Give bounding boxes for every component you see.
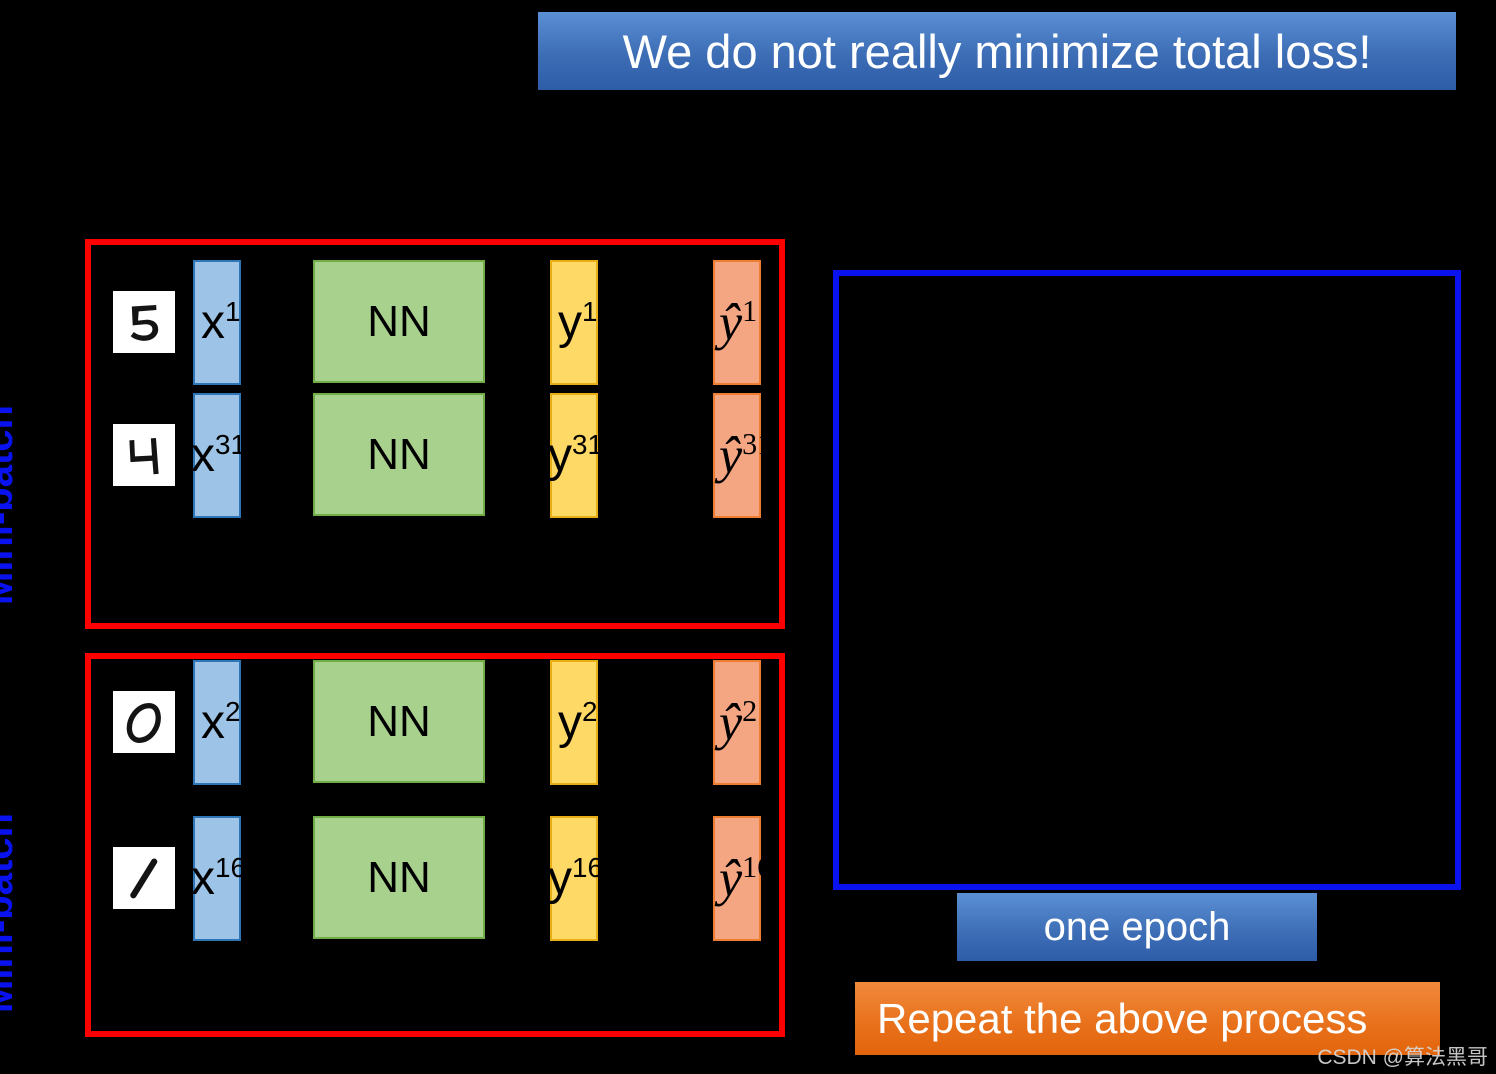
one-epoch-label: one epoch — [1043, 905, 1231, 949]
title-banner: We do not really minimize total loss! — [538, 12, 1456, 90]
minibatch-label-2: Mini-batch — [0, 813, 21, 1013]
output-box-y31: y31 — [548, 393, 603, 518]
target-label-yhat1: ŷ1 — [719, 293, 758, 352]
nn-box-1: NN — [313, 260, 485, 383]
input-box-x1: x1 — [193, 260, 241, 385]
input-label-x2: x2 — [201, 696, 241, 749]
nn-label-2: NN — [367, 429, 431, 479]
pipeline-row-1: x1 NN y1 ŷ1 — [113, 260, 773, 385]
pipeline-row-4: x16 NN y16 ŷ16 — [113, 816, 773, 941]
target-box-yhat31: ŷ31 — [713, 393, 772, 518]
output-label-y1: y1 — [558, 296, 598, 349]
output-label-y2: y2 — [558, 696, 598, 749]
digit-glyph-4 — [129, 437, 159, 475]
input-label-x1: x1 — [201, 296, 241, 349]
input-label-x31: x31 — [191, 429, 246, 482]
mnist-digit-image-0 — [113, 691, 175, 753]
mnist-digit-image-5 — [113, 291, 175, 353]
output-box-y2: y2 — [550, 660, 598, 785]
target-label-yhat16: ŷ16 — [719, 849, 773, 908]
output-label-y16: y16 — [548, 852, 603, 905]
watermark: CSDN @算法黑哥 — [1317, 1046, 1488, 1069]
input-box-x16: x16 — [191, 816, 246, 941]
minibatch-label-1: Mini-batch — [0, 405, 21, 605]
nn-box-2: NN — [313, 393, 485, 516]
target-label-yhat2: ŷ2 — [719, 693, 758, 752]
repeat-process-label: Repeat the above process — [877, 994, 1368, 1042]
nn-label-3: NN — [367, 696, 431, 746]
target-box-yhat2: ŷ2 — [713, 660, 761, 785]
input-label-x16: x16 — [191, 852, 246, 905]
pipeline-row-3: x2 NN y2 ŷ2 — [113, 660, 773, 785]
output-box-y16: y16 — [548, 816, 603, 941]
nn-label-4: NN — [367, 852, 431, 902]
one-epoch-caption-box: one epoch — [957, 893, 1317, 961]
nn-label-1: NN — [367, 296, 431, 346]
page-title: We do not really minimize total loss! — [622, 24, 1372, 78]
input-box-x31: x31 — [191, 393, 246, 518]
nn-box-3: NN — [313, 660, 485, 783]
target-label-yhat31: ŷ31 — [719, 426, 773, 485]
input-box-x2: x2 — [193, 660, 241, 785]
target-box-yhat16: ŷ16 — [713, 816, 772, 941]
digit-glyph-0 — [126, 702, 161, 743]
output-label-y31: y31 — [548, 429, 603, 482]
digit-glyph-5 — [130, 304, 159, 341]
mnist-digit-image-4 — [113, 424, 175, 486]
target-box-yhat1: ŷ1 — [713, 260, 761, 385]
mnist-digit-image-1 — [113, 847, 175, 909]
one-epoch-region — [833, 270, 1461, 890]
pipeline-row-2: x31 NN y31 ŷ31 — [113, 393, 773, 518]
repeat-process-box: Repeat the above process — [855, 982, 1440, 1055]
nn-box-4: NN — [313, 816, 485, 939]
output-box-y1: y1 — [550, 260, 598, 385]
digit-glyph-1 — [130, 858, 158, 899]
